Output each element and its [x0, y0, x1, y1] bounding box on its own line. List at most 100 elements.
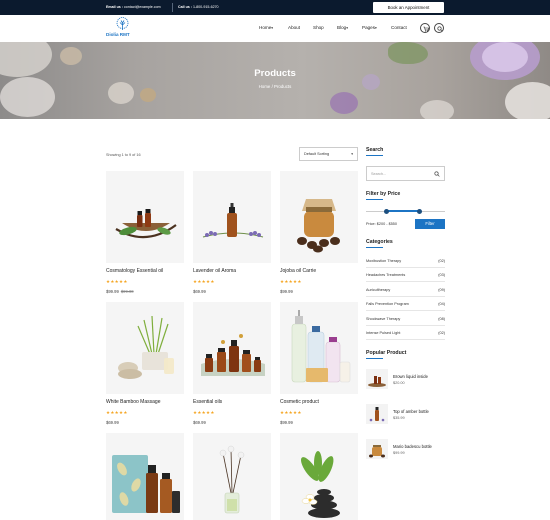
nav-pages[interactable]: Pages▾ — [362, 25, 377, 30]
nav-blog[interactable]: Blog▾ — [337, 25, 348, 30]
product-name[interactable]: Cosmatology Essential oil — [106, 268, 163, 274]
nav-pages-label: Pages — [362, 25, 376, 30]
banner-decor — [60, 47, 82, 65]
category-item[interactable]: Falls Prevention Program (04) — [366, 298, 445, 311]
search-placeholder: Search... — [371, 172, 387, 176]
phone-value[interactable]: 1-800-915-6270 — [193, 5, 219, 9]
chevron-down-icon: ▾ — [351, 152, 353, 156]
search-icon — [436, 25, 443, 32]
popular-product-price: $35.99 — [393, 416, 405, 420]
product-image[interactable] — [280, 171, 358, 263]
category-name[interactable]: Shockwave Therapy — [366, 317, 400, 321]
rating-stars: ★★★★★ — [193, 279, 215, 284]
product-image[interactable] — [106, 171, 184, 263]
popular-product-image[interactable] — [366, 404, 388, 424]
nav-blog-label: Blog — [337, 25, 347, 30]
category-count: (08) — [438, 317, 445, 321]
category-item[interactable]: Shockwave Therapy (08) — [366, 313, 445, 326]
banner-decor — [388, 42, 428, 64]
category-item[interactable]: Intense Pulsed Light (02) — [366, 327, 445, 340]
category-count: (02) — [438, 331, 445, 335]
logo-text: Diolia RMT — [106, 32, 130, 37]
search-input[interactable]: Search... — [366, 166, 445, 181]
price-old: $99.00 — [120, 289, 134, 294]
popular-product[interactable]: Brown liquid inside $20.00 — [366, 369, 445, 391]
product-name[interactable]: Lavender oil Aroma — [193, 268, 236, 274]
product-image[interactable] — [280, 433, 358, 520]
category-name[interactable]: Headaches Treatments — [366, 273, 405, 277]
product-name[interactable]: White Bamboo Massage — [106, 399, 160, 405]
price-slider-min-handle[interactable] — [384, 208, 389, 214]
popular-product[interactable]: Top of amber bottle $35.99 — [366, 404, 445, 426]
bottle-thumbnail — [369, 407, 385, 422]
product-image[interactable] — [106, 433, 184, 520]
popular-product-price: $99.99 — [393, 451, 405, 455]
popular-product-image[interactable] — [366, 369, 388, 389]
product-name[interactable]: Cosmetic product — [280, 399, 319, 405]
category-name[interactable]: Intense Pulsed Light — [366, 331, 400, 335]
sort-select[interactable]: Default Sorting ▾ — [299, 147, 358, 161]
nav-shop[interactable]: Shop — [313, 25, 324, 30]
email-value[interactable]: contact@example.com — [124, 5, 161, 9]
category-name[interactable]: Auricultherapy — [366, 288, 390, 292]
logo-tree-icon — [116, 17, 129, 30]
banner-decor — [420, 100, 454, 119]
logo[interactable]: Diolia RMT — [106, 17, 138, 41]
product-image[interactable] — [193, 433, 271, 520]
product-image[interactable] — [193, 302, 271, 394]
popular-product-name[interactable]: Top of amber bottle — [393, 409, 429, 414]
product-name[interactable]: Jojoba oil Carrie — [280, 268, 316, 274]
top-bar: Email us : contact@example.com Call us :… — [0, 0, 550, 15]
popular-product-image[interactable] — [366, 439, 388, 459]
title-underline — [366, 247, 383, 248]
contact-phone[interactable]: Call us : 1-800-915-6270 — [178, 5, 219, 9]
product-price: $69.99 — [193, 420, 206, 425]
gift-set-image — [112, 455, 180, 513]
category-item[interactable]: Moxibustion Therapy (02) — [366, 255, 445, 268]
product-name[interactable]: Essential oils — [193, 399, 222, 405]
price-current: $69.99 — [106, 420, 119, 425]
chevron-down-icon: ▾ — [346, 26, 348, 30]
product-image[interactable] — [106, 302, 184, 394]
category-name[interactable]: Falls Prevention Program — [366, 302, 409, 306]
sort-value: Default Sorting — [304, 152, 330, 156]
cart-button[interactable] — [420, 23, 430, 33]
product-price: $69.99 — [106, 420, 119, 425]
popular-product-name[interactable]: Brown liquid inside — [393, 374, 428, 379]
product-image[interactable] — [280, 302, 358, 394]
banner-decor — [330, 92, 358, 114]
category-item[interactable]: Auricultherapy (09) — [366, 284, 445, 297]
search-icon[interactable] — [434, 171, 440, 177]
rating-stars: ★★★★★ — [193, 410, 215, 415]
cosmetic-product-image — [291, 310, 351, 383]
price-current: $99.99 — [106, 289, 119, 294]
header-search-button[interactable] — [434, 23, 444, 33]
rating-stars: ★★★★★ — [280, 410, 302, 415]
category-count: (02) — [438, 259, 445, 263]
essential-oils-image — [201, 334, 265, 376]
page-title: Products — [254, 68, 296, 79]
nav-home[interactable]: Home▾ — [259, 25, 273, 30]
category-count: (04) — [438, 302, 445, 306]
popular-product-name[interactable]: Mario badescu bottle — [393, 444, 432, 449]
filter-button[interactable]: Filter — [415, 219, 445, 229]
category-count: (03) — [438, 273, 445, 277]
result-count: Showing 1 to 9 of 16 — [106, 153, 141, 157]
price-slider-max-handle[interactable] — [417, 208, 422, 214]
nav-about[interactable]: About — [288, 25, 300, 30]
category-item[interactable]: Headaches Treatments (03) — [366, 269, 445, 282]
title-underline — [366, 358, 383, 359]
popular-product[interactable]: Mario badescu bottle $99.99 — [366, 439, 445, 461]
title-underline — [366, 199, 383, 200]
price-current: $99.99 — [280, 420, 293, 425]
category-name[interactable]: Moxibustion Therapy — [366, 259, 401, 263]
product-image[interactable] — [193, 171, 271, 263]
filter-price-title: Filter by Price — [366, 191, 401, 197]
book-appointment-button[interactable]: Book an Appointment — [373, 2, 444, 13]
chevron-down-icon: ▾ — [271, 26, 273, 30]
nav-contact[interactable]: Contact — [391, 25, 407, 30]
contact-email[interactable]: Email us : contact@example.com — [106, 5, 161, 9]
price-current: $69.99 — [193, 289, 206, 294]
product-price: $69.99 — [193, 289, 206, 294]
breadcrumb[interactable]: Home / Products — [0, 84, 550, 89]
